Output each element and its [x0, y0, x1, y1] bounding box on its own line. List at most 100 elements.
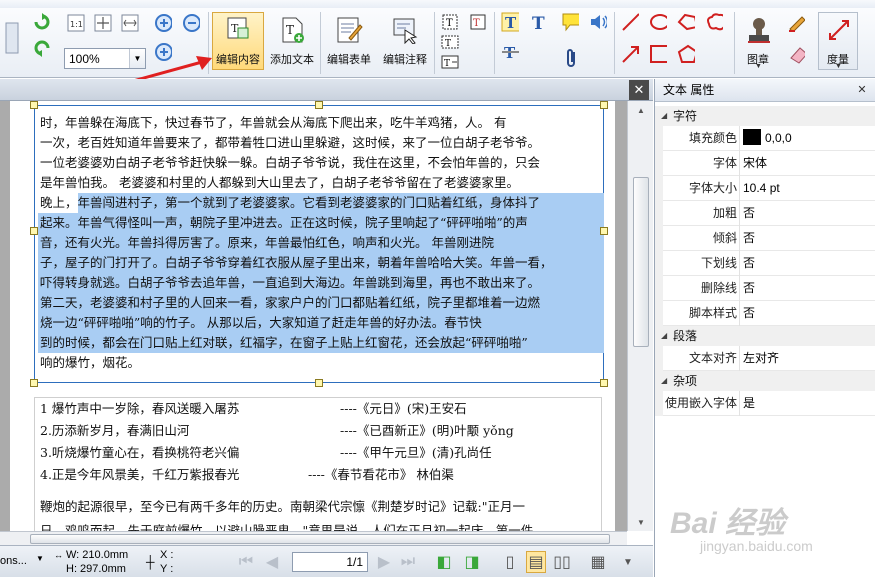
edit-annotation-button[interactable]: 编辑注释: [378, 12, 432, 70]
last-page-icon[interactable]: ⏭: [398, 551, 418, 573]
typewriter-icon[interactable]: T: [500, 12, 520, 32]
close-document-icon[interactable]: ✕: [629, 80, 649, 100]
chevron-down-icon: ▼: [835, 63, 842, 70]
stamp-button[interactable]: 图章 ▼: [738, 12, 778, 70]
strikeout-icon[interactable]: T: [500, 42, 520, 62]
text-field-icon[interactable]: T: [440, 32, 460, 52]
text-box-select-icon[interactable]: T: [440, 12, 460, 32]
edit-form-button[interactable]: 编辑表单: [322, 12, 376, 70]
resize-handle[interactable]: [30, 101, 38, 109]
chevron-down-icon: ▼: [755, 63, 762, 70]
single-page-icon[interactable]: ▯: [500, 551, 520, 573]
property-row[interactable]: 脚本样式否: [655, 301, 875, 326]
eraser-tool-icon[interactable]: [786, 44, 806, 64]
chevron-down-icon[interactable]: ▼: [633, 515, 649, 529]
property-row[interactable]: 倾斜否: [655, 226, 875, 251]
resize-handle[interactable]: [30, 379, 38, 387]
page-number-input[interactable]: 1/1: [292, 552, 368, 572]
collapse-triangle-icon[interactable]: ◢: [661, 106, 667, 126]
property-value[interactable]: 10.4 pt: [743, 176, 780, 201]
facing-pages-icon[interactable]: ▯▯: [552, 551, 572, 573]
property-name: 字体大小: [688, 181, 737, 195]
property-row[interactable]: 加粗否: [655, 201, 875, 226]
property-value[interactable]: 否: [743, 226, 755, 251]
cloud-tool-icon[interactable]: [704, 12, 724, 32]
previous-page-icon[interactable]: ◀: [262, 551, 282, 573]
zoom-out-icon[interactable]: [181, 13, 201, 33]
rotate-cw-icon[interactable]: [32, 12, 52, 32]
resize-handle[interactable]: [315, 379, 323, 387]
first-page-icon[interactable]: ⏮: [236, 551, 256, 573]
pencil-tool-icon[interactable]: [786, 12, 806, 32]
fit-page-icon[interactable]: [93, 13, 113, 33]
rotate-ccw-icon[interactable]: [32, 38, 52, 58]
text-insert-icon[interactable]: T: [468, 12, 488, 32]
property-value[interactable]: 0,0,0: [743, 126, 792, 151]
scroll-thumb[interactable]: [30, 534, 610, 544]
property-name: 使用嵌入字体: [664, 396, 737, 410]
property-row[interactable]: 文本对齐 左对齐: [655, 346, 875, 371]
actual-size-icon[interactable]: 1:1: [66, 13, 86, 33]
svg-text:T: T: [473, 18, 480, 29]
edit-content-button[interactable]: T 编辑内容: [212, 12, 264, 70]
property-value[interactable]: 左对齐: [743, 346, 779, 371]
next-page-icon[interactable]: ▶: [374, 551, 394, 573]
polygon-line-tool-icon[interactable]: [676, 12, 696, 32]
zoom-in-icon[interactable]: [153, 13, 173, 33]
crosshair-icon: ┼: [146, 555, 155, 569]
chevron-up-icon[interactable]: ▲: [633, 103, 649, 117]
collapse-triangle-icon[interactable]: ◢: [661, 326, 667, 346]
rectangle-tool-icon[interactable]: [648, 44, 668, 64]
document-tab-bar: [0, 79, 653, 101]
arrow-tool-icon[interactable]: [620, 44, 640, 64]
resize-handle[interactable]: [30, 227, 38, 235]
property-value[interactable]: 否: [743, 251, 755, 276]
fit-width-icon[interactable]: [120, 13, 140, 33]
scroll-thumb[interactable]: [633, 177, 649, 347]
back-view-icon[interactable]: ◧: [434, 551, 454, 573]
color-swatch[interactable]: [743, 129, 761, 145]
resize-handle[interactable]: [600, 227, 608, 235]
property-row[interactable]: 删除线否: [655, 276, 875, 301]
property-value[interactable]: 是: [743, 391, 755, 416]
edit-content-label: 编辑内容: [216, 54, 260, 66]
property-value[interactable]: 否: [743, 276, 755, 301]
ellipse-tool-icon[interactable]: [648, 12, 668, 32]
add-text-button[interactable]: T 添加文本: [266, 12, 318, 70]
text-replace-icon[interactable]: T: [440, 52, 460, 72]
resize-handle[interactable]: [315, 101, 323, 109]
property-row[interactable]: 字体 宋体: [655, 151, 875, 176]
property-value[interactable]: 否: [743, 301, 755, 326]
line-tool-icon[interactable]: [620, 12, 640, 32]
property-row[interactable]: 使用嵌入字体是: [655, 391, 875, 416]
measure-button[interactable]: 度量 ▼: [818, 12, 858, 70]
property-value[interactable]: 否: [743, 201, 755, 226]
attachment-icon[interactable]: [562, 48, 582, 68]
document-text-line: 起来。年兽气得怪叫一声，朝院子里冲进去。正在这时候，院子里响起了“砰砰啪啪”的声: [40, 215, 528, 230]
property-category[interactable]: ◢ 段落: [655, 326, 875, 346]
close-icon[interactable]: ✕: [854, 82, 870, 98]
pentagon-tool-icon[interactable]: [676, 44, 696, 64]
forward-view-icon[interactable]: ◨: [462, 551, 482, 573]
options-menu[interactable]: ons...: [0, 555, 27, 567]
chevron-down-icon[interactable]: ▼: [618, 551, 638, 573]
property-category[interactable]: ◢ 字符: [655, 106, 875, 126]
scroll-left-icon[interactable]: [2, 18, 22, 58]
comment-icon[interactable]: [560, 12, 580, 32]
property-category[interactable]: ◢ 杂项: [655, 371, 875, 391]
document-canvas: 时，年兽躲在海底下，快过春节了，年兽就会从海底下爬出来，吃牛羊鸡猪，人。 有一次…: [0, 101, 627, 531]
continuous-page-icon[interactable]: ▤: [526, 551, 546, 573]
property-value[interactable]: 宋体: [743, 151, 767, 176]
facing-continuous-icon[interactable]: ▦: [588, 551, 608, 573]
resize-handle[interactable]: [600, 101, 608, 109]
svg-text:T: T: [286, 23, 294, 37]
text-color-icon[interactable]: T: [528, 12, 548, 32]
property-row[interactable]: 下划线否: [655, 251, 875, 276]
sound-icon[interactable]: [588, 12, 608, 32]
property-row[interactable]: 字体大小 10.4 pt: [655, 176, 875, 201]
property-row[interactable]: 填充颜色 0,0,0: [655, 126, 875, 151]
collapse-triangle-icon[interactable]: ◢: [661, 371, 667, 391]
horizontal-scrollbar[interactable]: [0, 531, 627, 545]
resize-handle[interactable]: [600, 379, 608, 387]
vertical-scrollbar[interactable]: ▲ ▼: [627, 101, 653, 531]
